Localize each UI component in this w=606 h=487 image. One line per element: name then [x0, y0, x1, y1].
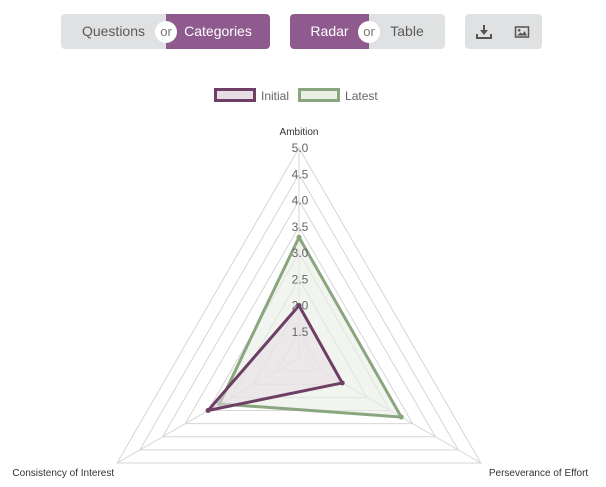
radar-chart: 1.5 2.0 2.5 3.0 3.5 4.0 4.5 5.0 Ambition Persever…: [12, 88, 589, 479]
data-point: [296, 234, 302, 240]
tick-label: 4.0: [292, 194, 309, 208]
legend-swatch: [298, 88, 341, 102]
data-point: [339, 380, 345, 386]
data-point: [398, 414, 404, 420]
legend-label: Initial: [261, 89, 289, 103]
data-point: [205, 408, 211, 413]
tick-label: 3.5: [292, 220, 309, 234]
category-label: Consistency of Interest: [12, 468, 114, 479]
category-label: Perseverance of Effort: [489, 468, 589, 479]
legend-label: Latest: [345, 89, 378, 103]
tick-label: 2.5: [292, 272, 309, 286]
tick-label: 1.5: [292, 325, 309, 339]
tick-label: 4.5: [292, 167, 309, 181]
tick-label: 2.0: [292, 299, 309, 313]
tick-label: 3.0: [292, 246, 309, 260]
tick-label: 5.0: [292, 141, 309, 155]
legend-swatch: [214, 88, 256, 102]
category-label: Ambition: [280, 127, 319, 138]
